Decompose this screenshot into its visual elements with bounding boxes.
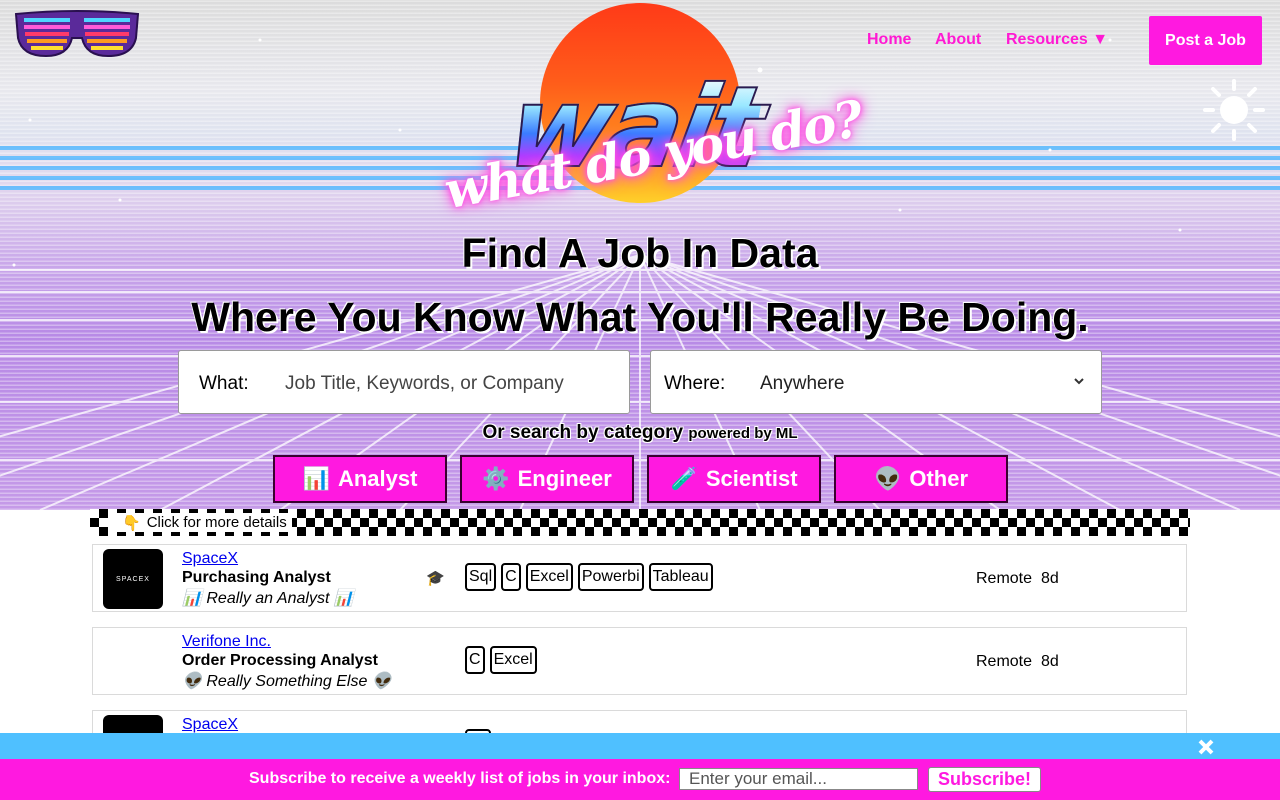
job-title: Order Processing Analyst <box>182 652 378 669</box>
skill-tag: C <box>465 646 485 674</box>
job-reality-label: 📊 Really an Analyst 📊 <box>182 590 354 607</box>
category-heading: Or search by category powered by ML <box>0 422 1280 444</box>
where-select-value[interactable]: Anywhere <box>760 373 845 395</box>
gear-icon: ⚙️ <box>482 466 510 491</box>
job-location: Remote <box>976 570 1033 587</box>
job-title: Purchasing Analyst <box>182 569 331 586</box>
what-label: What: <box>199 373 249 394</box>
skill-tag: Powerbi <box>577 563 644 591</box>
page-title: Find A Job In Data <box>461 230 819 276</box>
category-scientist-label: Scientist <box>705 466 798 491</box>
pointing-down-icon: 👇 <box>122 514 141 532</box>
post-job-button[interactable]: Post a Job <box>1149 16 1262 65</box>
category-scientist-button[interactable]: 🧪 Scientist <box>647 455 821 503</box>
company-link[interactable]: SpaceX <box>182 550 238 568</box>
job-age: 8d <box>1041 570 1059 587</box>
subscribe-close-strip <box>0 733 1280 759</box>
job-reality-label: 👽 Really Something Else 👽 <box>182 673 392 690</box>
where-label: Where: <box>664 373 726 394</box>
skill-tag: Sql <box>465 563 497 591</box>
category-other-button[interactable]: 👽 Other <box>834 455 1008 503</box>
skill-tag: Excel <box>525 563 573 591</box>
chevron-down-icon[interactable] <box>1073 375 1085 387</box>
company-link[interactable]: SpaceX <box>182 716 238 734</box>
skill-tag: Tableau <box>648 563 713 591</box>
skill-tags: C Excel <box>465 646 537 674</box>
skill-tags: Sql C Excel Powerbi Tableau <box>465 563 713 591</box>
what-search-input[interactable] <box>283 365 617 403</box>
category-other-label: Other <box>909 466 969 491</box>
category-engineer-button[interactable]: ⚙️ Engineer <box>460 455 634 503</box>
company-link[interactable]: Verifone Inc. <box>182 633 271 651</box>
category-engineer-label: Engineer <box>517 466 612 491</box>
chart-icon: 📊 <box>302 466 330 491</box>
test-tube-icon: 🧪 <box>670 466 698 491</box>
email-field[interactable] <box>679 768 918 790</box>
job-card[interactable]: SPACEX SpaceX Purchasing Analyst 📊 Reall… <box>92 544 1187 612</box>
category-heading-note: powered by ML <box>688 425 798 442</box>
category-analyst-button[interactable]: 📊 Analyst <box>273 455 447 503</box>
category-heading-text: Or search by category <box>482 422 684 443</box>
nav-home-link[interactable]: Home <box>867 31 911 49</box>
job-location: Remote <box>976 653 1033 670</box>
nav-resources-dropdown[interactable]: Resources ▼ <box>1006 31 1108 49</box>
subscribe-button[interactable]: Subscribe! <box>928 767 1041 792</box>
what-search-box: What: <box>178 350 630 414</box>
nav-about-link[interactable]: About <box>935 31 981 49</box>
click-hint: 👇 Click for more details <box>108 513 292 532</box>
page-subtitle: Where You Know What You'll Really Be Doi… <box>191 294 1089 340</box>
job-card[interactable]: Verifone Inc. Order Processing Analyst 👽… <box>92 627 1187 695</box>
job-age: 8d <box>1041 653 1059 670</box>
where-search-box[interactable]: Where: Anywhere <box>650 350 1102 414</box>
sun-icon[interactable] <box>1203 79 1265 141</box>
click-hint-text: Click for more details <box>146 514 287 531</box>
close-icon[interactable] <box>1196 737 1216 757</box>
company-logo-text: SPACEX <box>116 575 150 583</box>
alien-icon: 👽 <box>873 466 902 491</box>
category-analyst-label: Analyst <box>337 466 418 491</box>
company-logo: SPACEX <box>103 549 163 609</box>
graduation-cap-icon: 🎓 <box>426 570 445 587</box>
site-wordmark[interactable]: wait what do you do? <box>440 62 866 220</box>
skill-tag: C <box>501 563 521 591</box>
glasses-logo-icon[interactable] <box>12 8 142 60</box>
skill-tag: Excel <box>489 646 537 674</box>
subscribe-text: Subscribe to receive a weekly list of jo… <box>249 770 671 787</box>
